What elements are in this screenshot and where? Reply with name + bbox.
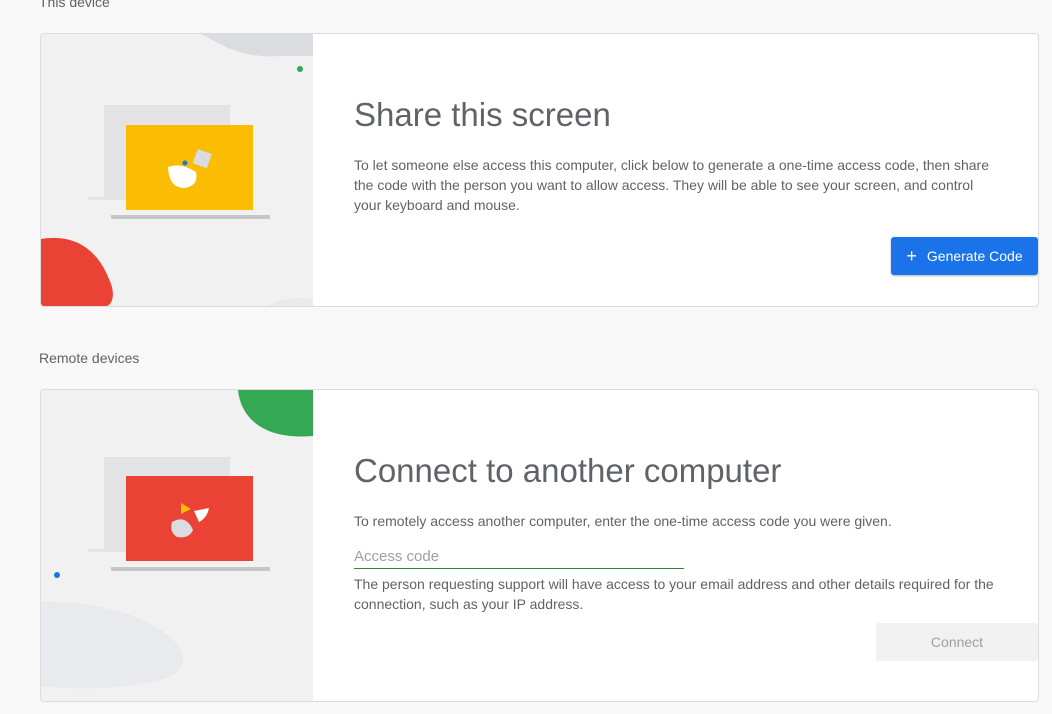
share-card-body: Share this screen To let someone else ac… [354,34,1038,306]
connect-button[interactable]: Connect [876,623,1038,661]
share-illustration [41,34,313,306]
connect-title: Connect to another computer [354,452,782,489]
connect-card-body: Connect to another computer To remotely … [354,390,1038,701]
section-label-this-device: This device [39,0,110,10]
connect-description: To remotely access another computer, ent… [354,513,892,529]
share-description: To let someone else access this computer… [354,157,990,213]
laptop-illustration-remote [41,390,313,689]
access-code-input[interactable] [354,544,684,569]
connect-card: Connect to another computer To remotely … [40,389,1039,702]
plus-icon: + [906,246,917,266]
privacy-note: The person requesting support will have … [354,576,994,612]
share-screen-card: Share this screen To let someone else ac… [40,33,1039,307]
section-label-remote-devices: Remote devices [39,350,140,366]
generate-code-label: Generate Code [926,248,1023,264]
connect-illustration [41,390,313,701]
laptop-illustration [41,34,313,306]
generate-code-button[interactable]: + Generate Code [891,237,1038,275]
share-title: Share this screen [354,96,611,133]
